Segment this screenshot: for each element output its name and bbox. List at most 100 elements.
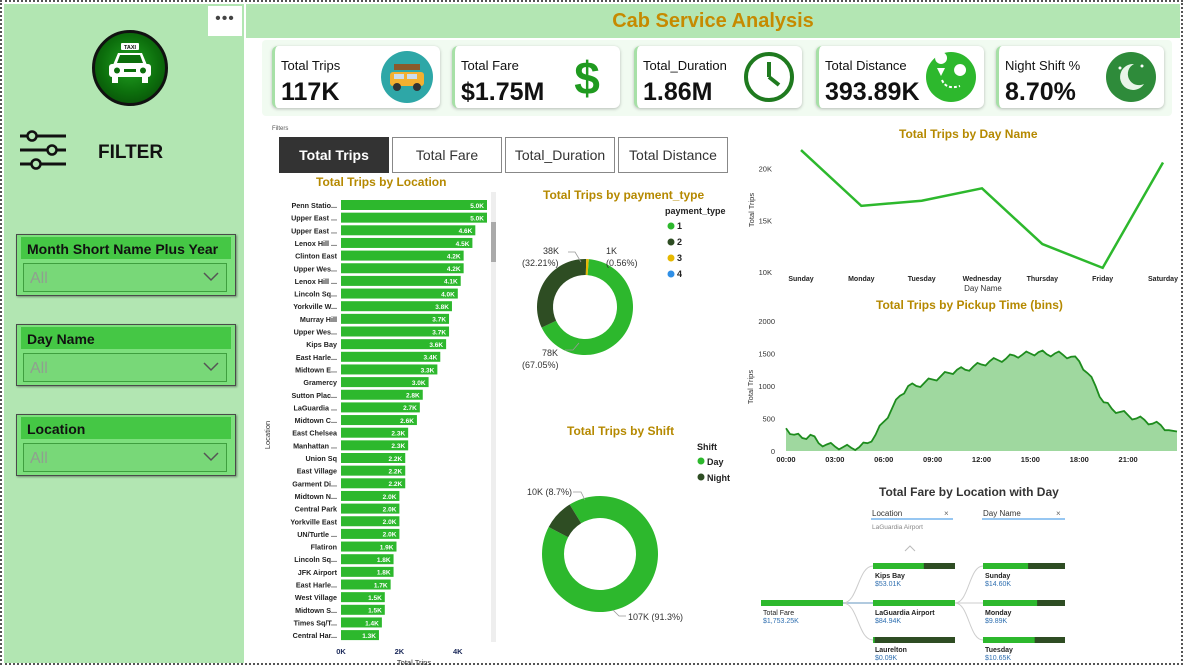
tree-node-label: Total Fare <box>763 610 794 617</box>
slicer-day-value: All <box>30 360 48 377</box>
x-tick-label: Wednesday <box>963 276 1002 283</box>
bar-category-label: East Village <box>297 467 337 476</box>
x-tick-label: 4K <box>453 647 463 656</box>
legend-marker <box>667 254 675 262</box>
more-options-button[interactable]: ••• <box>208 6 242 36</box>
bar-data-label: 3.3K <box>421 367 435 374</box>
tree-node-bar <box>983 637 1035 643</box>
x-tick-label: Thursday <box>1027 276 1059 283</box>
donut-slice <box>537 259 587 328</box>
y-tick-label: 500 <box>762 415 775 424</box>
bar-category-label: Upper East ... <box>291 226 337 235</box>
leader-line <box>612 609 626 617</box>
tree-node-bar <box>873 637 875 643</box>
svg-text:TAXI: TAXI <box>124 45 137 51</box>
tree-node-bar <box>983 600 1038 606</box>
bar-data-label: 2.2K <box>389 456 403 463</box>
kpi-night-shift: Night Shift % 8.70% <box>996 46 1164 108</box>
bar-data-label: 3.4K <box>424 355 438 362</box>
data-label: 107K (91.3%) <box>628 612 683 622</box>
tree-node-bar <box>983 563 1029 569</box>
y-axis-label: Total Trips <box>747 193 756 227</box>
scrollbar-thumb <box>491 222 496 262</box>
tree-node-label: Monday <box>985 610 1012 617</box>
location-filter-value: LaGuardia Airport <box>872 524 923 531</box>
bar-category-label: Sutton Plac... <box>291 391 337 400</box>
bar <box>341 263 464 274</box>
tree-node-bar <box>873 563 924 569</box>
legend-marker <box>697 473 705 481</box>
chevron-down-icon <box>203 362 219 372</box>
bar-data-label: 4.2K <box>447 253 461 260</box>
map-route-icon <box>926 52 976 102</box>
slicer-day-name: Day Name All <box>16 324 236 386</box>
taxi-icon <box>381 51 433 103</box>
taxi-logo-icon: TAXI <box>92 30 168 106</box>
bar-category-label: East Harle... <box>296 353 337 362</box>
bar-category-label: Garment Di... <box>292 479 337 488</box>
slicer-location-value: All <box>30 450 48 467</box>
bar-data-label: 2.0K <box>383 506 397 513</box>
legend-label: 4 <box>677 269 682 279</box>
bar-data-label: 1.3K <box>362 633 376 640</box>
bar-category-label: LaGuardia ... <box>293 403 337 412</box>
tab-total-distance[interactable]: Total Distance <box>618 137 728 173</box>
bar-category-label: JFK Airport <box>298 568 338 577</box>
tree-connector <box>842 602 874 641</box>
slicer-location-dropdown[interactable]: All <box>23 443 227 472</box>
tree-connector <box>954 565 984 604</box>
svg-text:$: $ <box>574 52 600 104</box>
kpi-total-trips: Total Trips 117K <box>272 46 440 108</box>
x-tick-label: 12:00 <box>972 455 991 464</box>
kpi-title: Total Fare <box>461 58 519 73</box>
data-label: 10K (8.7%) <box>527 487 572 497</box>
bar-data-label: 5.0K <box>470 203 484 210</box>
chevron-down-icon <box>203 452 219 462</box>
bar-data-label: 2.3K <box>391 431 405 438</box>
bar-category-label: Midtown S... <box>295 606 337 615</box>
bar-data-label: 2.8K <box>406 393 420 400</box>
day-header: Day Name <box>983 509 1021 518</box>
data-label: 1K <box>606 246 617 256</box>
bar-category-label: Midtown E... <box>295 365 337 374</box>
pickup-time-area-chart: 0 500 1000 1500 2000 00:00 03:00 06:00 09:00 12:0… <box>746 317 1178 464</box>
bar-data-label: 3.7K <box>432 329 446 336</box>
slicer-day-dropdown[interactable]: All <box>23 353 227 382</box>
filters-caption: Filters <box>272 126 289 132</box>
location-header: Location <box>872 509 902 518</box>
x-tick-label: 09:00 <box>923 455 942 464</box>
tree-node-label: Sunday <box>985 573 1010 580</box>
tree-node-value: $9.89K <box>985 618 1008 625</box>
bar <box>341 237 473 248</box>
slicer-month-dropdown[interactable]: All <box>23 263 227 292</box>
bar-category-label: West Village <box>295 593 337 602</box>
day-name-line-chart: 20K 15K 10K Sunday Monday Tuesday Wednesday Thu… <box>747 149 1178 293</box>
x-tick-label: 18:00 <box>1070 455 1089 464</box>
bar-data-label: 4.6K <box>459 228 473 235</box>
tree-node-value: $53.01K <box>875 581 901 588</box>
fare-decomposition-tree: Location × LaGuardia Airport Day Name × Total… <box>761 509 1065 662</box>
x-tick-label: Monday <box>848 276 875 283</box>
legend-marker <box>667 238 675 246</box>
chart-title: Total Trips by Day Name <box>899 127 1038 141</box>
x-tick-label: 0K <box>336 647 346 656</box>
y-tick-label: 1000 <box>758 382 775 391</box>
tree-node-value: $0.09K <box>875 655 898 662</box>
tab-total-duration[interactable]: Total_Duration <box>505 137 615 173</box>
bar-data-label: 3.7K <box>432 317 446 324</box>
bar-data-label: 1.5K <box>368 595 382 602</box>
kpi-title: Total Trips <box>281 58 341 73</box>
bar-data-label: 1.9K <box>380 544 394 551</box>
tab-total-trips[interactable]: Total Trips <box>279 137 389 173</box>
slicer-location: Location All <box>16 414 236 476</box>
bar-data-label: 2.0K <box>383 519 397 526</box>
report-header: Cab Service Analysis <box>246 4 1180 38</box>
kpi-value: 393.89K <box>825 78 920 106</box>
data-label: (67.05%) <box>522 360 559 370</box>
tree-node-value: $10.65K <box>985 655 1011 662</box>
data-label: 38K <box>543 246 559 256</box>
bar-data-label: 1.4K <box>365 620 379 627</box>
y-tick-label: 2000 <box>758 317 775 326</box>
tab-total-fare[interactable]: Total Fare <box>392 137 502 173</box>
bar <box>341 200 487 210</box>
